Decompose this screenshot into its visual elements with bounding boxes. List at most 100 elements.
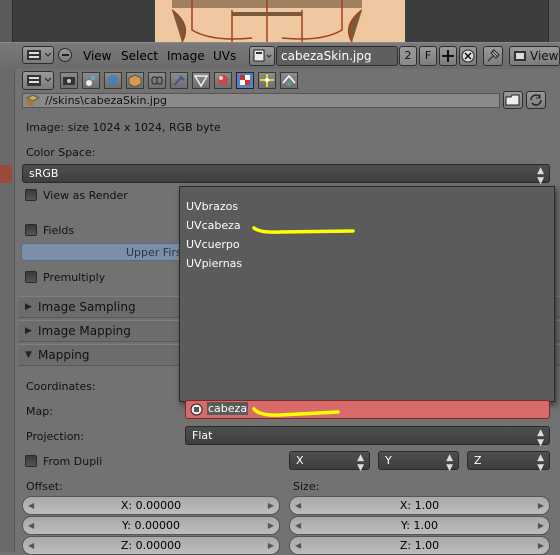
view-mode-label: View xyxy=(530,49,559,63)
premultiply-checkbox[interactable] xyxy=(25,271,37,283)
from-dupli-checkbox[interactable] xyxy=(25,455,37,467)
material-sphere-icon xyxy=(218,75,228,85)
uv-item-uvcabeza[interactable]: UVcabeza xyxy=(186,219,241,232)
tab-modifiers[interactable] xyxy=(170,72,188,89)
size-label: Size: xyxy=(293,480,320,493)
uv-wireframe xyxy=(172,0,362,42)
view-mode-dropdown[interactable]: View xyxy=(509,46,560,66)
image-mapping-title: Image Mapping xyxy=(38,324,131,338)
image-path-field[interactable]: //skins\cabezaSkin.jpg xyxy=(22,93,500,108)
menu-view[interactable]: View xyxy=(83,49,111,63)
right-editor-edge xyxy=(548,0,560,42)
size-y-value: Y: 1.00 xyxy=(401,519,438,532)
left-region-edge xyxy=(0,69,15,552)
tab-particles[interactable] xyxy=(258,72,276,89)
tab-texture[interactable] xyxy=(236,72,254,89)
offset-z-field[interactable]: ◀ Z: 0.00000 ▶ xyxy=(22,536,280,555)
browse-image-button[interactable] xyxy=(249,46,275,66)
size-z-value: Z: 1.00 xyxy=(399,539,440,552)
fields-checkbox[interactable] xyxy=(25,224,37,236)
map-label: Map: xyxy=(26,405,53,418)
tab-constraints[interactable] xyxy=(148,72,166,89)
tab-object[interactable] xyxy=(126,72,144,89)
axis-y-dropdown[interactable]: Y ▲ ▼ xyxy=(378,451,459,473)
yellow-underline-mark xyxy=(252,407,340,417)
offset-label: Offset: xyxy=(26,480,63,493)
texture-viewport[interactable] xyxy=(0,0,560,42)
image-info: Image: size 1024 x 1024, RGB byte xyxy=(26,121,221,134)
axis-x-value: X xyxy=(296,454,304,467)
triangle-right-icon: ▶ xyxy=(25,302,32,312)
menu-collapse-button[interactable] xyxy=(58,48,72,62)
axis-y-value: Y xyxy=(385,454,392,467)
projection-dropdown[interactable]: Flat ▲ ▼ xyxy=(185,426,550,448)
field-order-toggle[interactable]: Upper First xyxy=(21,243,191,261)
projection-value: Flat xyxy=(192,429,213,442)
tab-world[interactable] xyxy=(104,72,122,89)
view-as-render-checkbox[interactable] xyxy=(25,189,37,201)
coordinates-label: Coordinates: xyxy=(26,380,96,393)
image-editor-icon xyxy=(27,50,52,60)
reload-image-button[interactable] xyxy=(526,91,546,109)
uv-item-uvbrazos[interactable]: UVbrazos xyxy=(186,200,238,213)
folder-icon xyxy=(505,94,520,106)
axis-x-dropdown[interactable]: X ▲ ▼ xyxy=(289,451,370,473)
size-y-field[interactable]: ◀ Y: 1.00 ▶ xyxy=(289,516,550,535)
uv-item-uvcuerpo[interactable]: UVcuerpo xyxy=(186,238,240,251)
open-image-button[interactable] xyxy=(503,91,523,109)
editor-type-button[interactable] xyxy=(22,46,54,64)
offset-x-field[interactable]: ◀ X: 0.00000 ▶ xyxy=(22,496,280,515)
properties-icon xyxy=(27,75,52,86)
menu-uvs[interactable]: UVs xyxy=(213,49,236,63)
image-browse-icon xyxy=(253,49,272,62)
menu-select[interactable]: Select xyxy=(121,49,158,63)
tab-physics[interactable] xyxy=(280,72,298,89)
axis-z-value: Z xyxy=(474,454,482,467)
pin-image-button[interactable] xyxy=(483,46,503,66)
offset-y-value: Y: 0.00000 xyxy=(122,519,180,532)
unlink-image-button[interactable] xyxy=(459,46,477,66)
tab-data[interactable] xyxy=(192,72,210,89)
link-icon xyxy=(151,76,163,85)
tab-scene[interactable] xyxy=(82,72,100,89)
axis-z-dropdown[interactable]: Z ▲ ▼ xyxy=(467,451,550,473)
world-icon xyxy=(108,75,118,85)
image-sampling-title: Image Sampling xyxy=(38,300,136,314)
particles-icon xyxy=(260,74,274,87)
close-icon xyxy=(461,49,475,63)
left-edge-accent xyxy=(0,165,12,183)
file-icon xyxy=(26,95,40,107)
pin-icon xyxy=(487,49,500,62)
properties-editor-type[interactable] xyxy=(22,71,54,90)
wrench-icon xyxy=(173,75,185,86)
map-search-text: cabeza xyxy=(207,402,249,415)
map-search-field[interactable]: cabeza xyxy=(185,400,550,419)
projection-label: Projection: xyxy=(26,430,85,443)
tab-material[interactable] xyxy=(214,72,232,89)
mapping-title: Mapping xyxy=(38,348,90,362)
fake-user-button[interactable]: F xyxy=(419,46,437,66)
offset-z-value: Z: 0.00000 xyxy=(120,539,182,552)
new-image-button[interactable] xyxy=(439,46,457,66)
texture-checker-icon xyxy=(240,75,250,85)
menu-image[interactable]: Image xyxy=(167,49,205,63)
image-name-field[interactable]: cabezaSkin.jpg xyxy=(276,46,398,66)
physics-icon xyxy=(282,74,296,86)
color-space-label: Color Space: xyxy=(26,146,96,159)
yellow-highlight-mark xyxy=(252,226,355,234)
scene-icon xyxy=(86,76,95,86)
color-space-value: sRGB xyxy=(29,167,59,180)
size-x-field[interactable]: ◀ X: 1.00 ▶ xyxy=(289,496,550,515)
offset-y-field[interactable]: ◀ Y: 0.00000 ▶ xyxy=(22,516,280,535)
mesh-triangle-icon xyxy=(193,75,209,88)
left-editor-edge xyxy=(0,0,13,42)
tab-render[interactable] xyxy=(60,72,78,89)
image-users-count[interactable]: 2 xyxy=(399,46,417,66)
uv-item-uvpiernas[interactable]: UVpiernas xyxy=(186,257,242,270)
premultiply-label: Premultiply xyxy=(43,271,106,284)
color-space-dropdown[interactable]: sRGB ▲ ▼ xyxy=(22,164,550,186)
size-x-value: X: 1.00 xyxy=(399,499,440,512)
updown-arrows-icon: ▲ ▼ xyxy=(537,453,544,473)
size-z-field[interactable]: ◀ Z: 1.00 ▶ xyxy=(289,536,550,555)
updown-arrows-icon: ▲ ▼ xyxy=(537,166,544,186)
